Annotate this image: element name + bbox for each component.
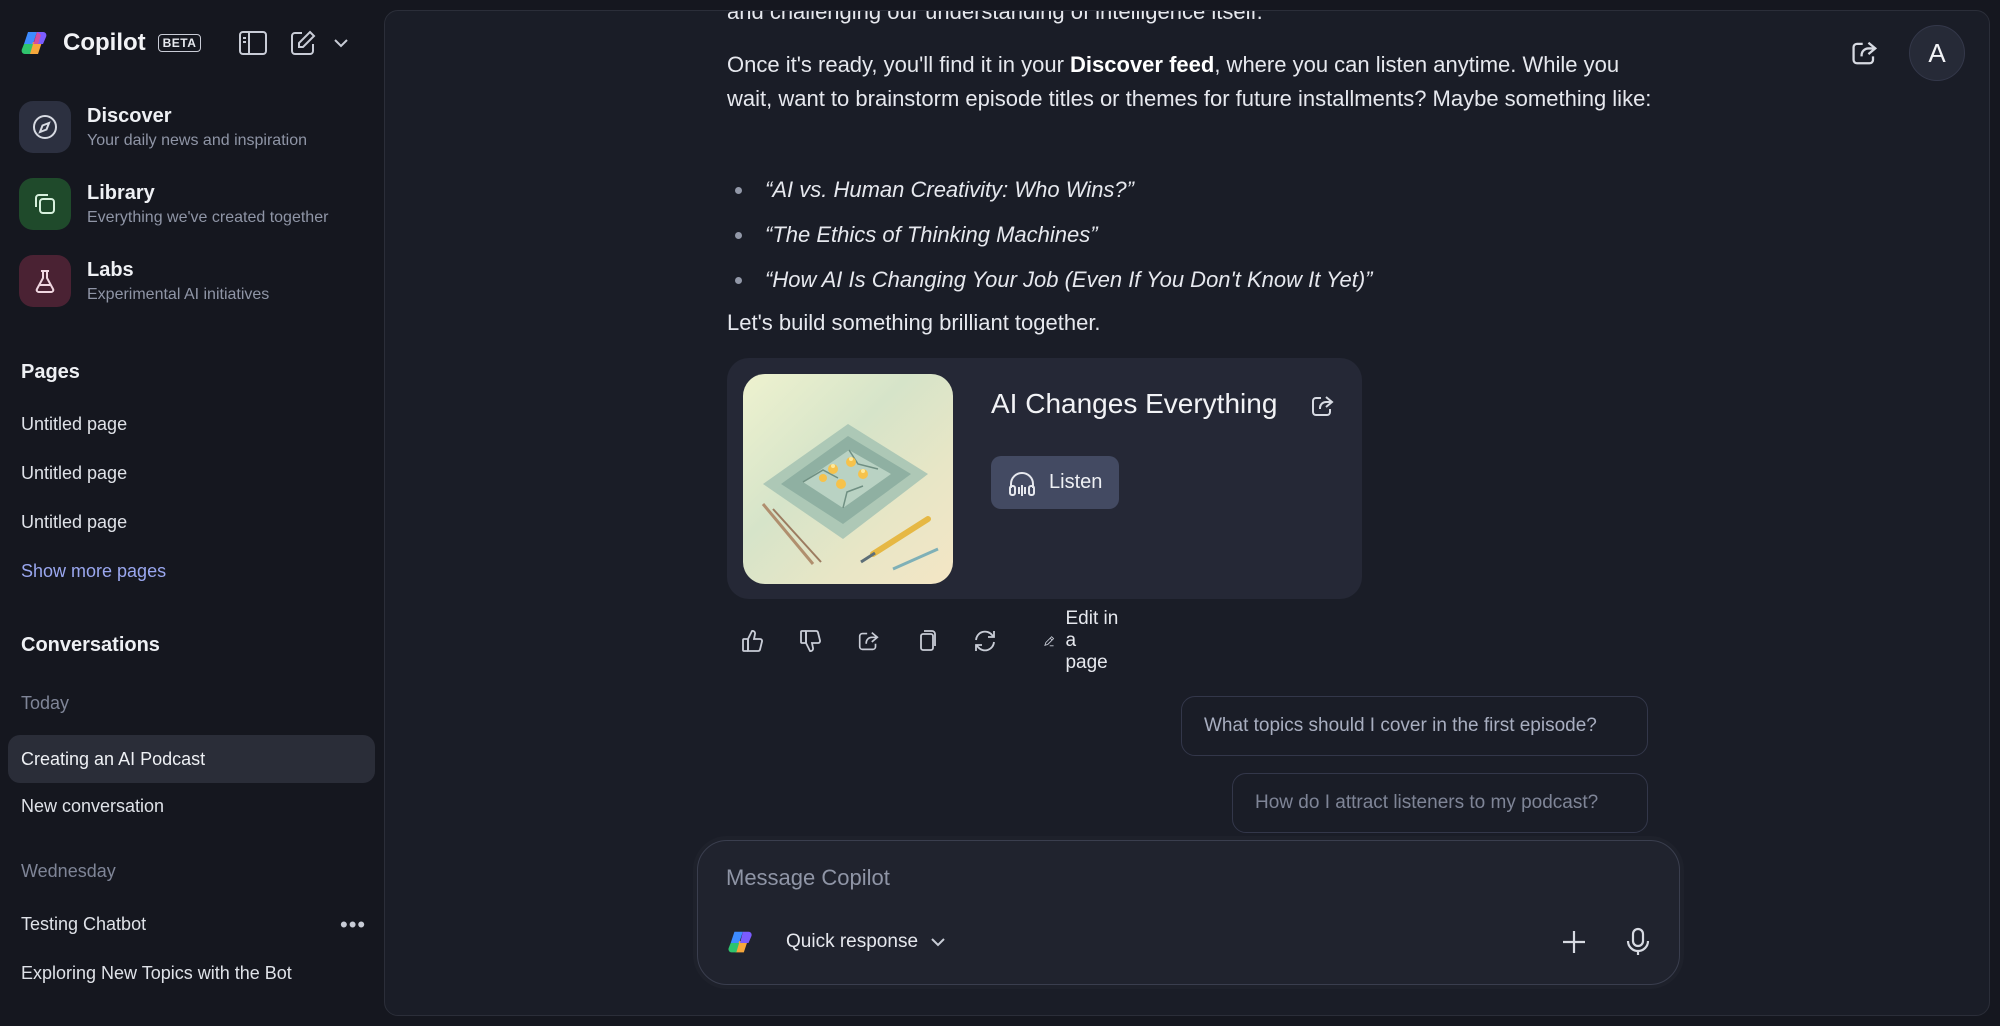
beta-badge: BETA xyxy=(157,34,202,52)
brand[interactable]: Copilot BETA xyxy=(19,26,202,60)
app-name: Copilot xyxy=(63,29,146,56)
suggestion-chip[interactable]: How do I attract listeners to my podcast… xyxy=(1232,773,1648,833)
response-mode-dropdown[interactable]: Quick response xyxy=(786,927,946,957)
conversation-item[interactable]: Testing Chatbot xyxy=(21,914,146,935)
library-icon xyxy=(19,178,71,230)
share-icon xyxy=(858,632,879,651)
message-input[interactable]: Message Copilot xyxy=(726,865,890,891)
nav-discover[interactable]: Discover Your daily news and inspiration xyxy=(19,97,369,157)
compass-icon xyxy=(19,101,71,153)
nav-subtitle: Experimental AI initiatives xyxy=(87,285,270,303)
conversations-heading: Conversations xyxy=(21,634,160,656)
message-text: and challenging our understanding of int… xyxy=(727,10,1263,24)
new-chat-menu-button[interactable] xyxy=(324,26,358,60)
new-chat-button[interactable] xyxy=(286,26,320,60)
listen-button[interactable]: Listen xyxy=(991,456,1119,509)
sidebar-icon xyxy=(239,31,267,55)
regenerate-button[interactable] xyxy=(967,623,1003,659)
group-label-wednesday: Wednesday xyxy=(21,861,116,881)
share-podcast-button[interactable] xyxy=(1309,392,1337,420)
list-item: “How AI Is Changing Your Job (Even If Yo… xyxy=(727,257,1373,302)
message-composer: Message Copilot Quick response xyxy=(697,840,1680,985)
listen-label: Listen xyxy=(1049,471,1103,493)
podcast-title: AI Changes Everything xyxy=(991,388,1278,419)
chat-panel: and challenging our understanding of int… xyxy=(384,10,1990,1016)
list-item: “AI vs. Human Creativity: Who Wins?” xyxy=(727,167,1373,212)
page-item[interactable]: Untitled page xyxy=(21,414,127,435)
conversation-item-active[interactable]: Creating an AI Podcast xyxy=(8,735,375,783)
podcast-card: AI Changes Everything Listen xyxy=(727,358,1362,599)
message-text: Once it's ready, you'll find it in your xyxy=(727,52,1071,77)
copy-button[interactable] xyxy=(909,623,945,659)
edit-in-page-button[interactable]: Edit in a page xyxy=(1043,608,1121,673)
nav-title: Library xyxy=(87,181,155,204)
plus-icon xyxy=(1563,931,1585,953)
conversation-item[interactable]: Exploring New Topics with the Bot xyxy=(21,963,292,984)
conversation-item[interactable]: New conversation xyxy=(21,796,164,817)
flask-icon xyxy=(19,255,71,307)
edit-in-page-label: Edit in a page xyxy=(1065,608,1119,673)
share-button[interactable] xyxy=(851,623,887,659)
chevron-down-icon xyxy=(931,938,945,947)
share-icon xyxy=(1852,41,1878,65)
chevron-down-icon xyxy=(334,39,348,48)
compose-icon xyxy=(291,30,316,55)
nav-title: Labs xyxy=(87,258,134,281)
message-closing: Let's build something brilliant together… xyxy=(727,310,1101,335)
conversation-title: Creating an AI Podcast xyxy=(21,748,206,769)
add-attachment-button[interactable] xyxy=(1556,924,1592,960)
sidebar: Copilot BETA Discover Your daily news an… xyxy=(0,0,383,1026)
bullet-list: “AI vs. Human Creativity: Who Wins?” “Th… xyxy=(727,167,1373,302)
nav-labs[interactable]: Labs Experimental AI initiatives xyxy=(19,251,369,311)
copilot-logo-icon xyxy=(21,32,47,54)
response-mode-label: Quick response xyxy=(786,931,919,952)
thumbs-up-icon xyxy=(742,630,763,652)
microphone-button[interactable] xyxy=(1620,924,1656,960)
toggle-sidebar-button[interactable] xyxy=(236,26,270,60)
podcast-thumbnail[interactable] xyxy=(743,374,953,584)
circuit-board-illustration-icon xyxy=(761,424,939,571)
microphone-icon xyxy=(1626,927,1650,955)
copilot-logo-icon xyxy=(728,931,752,953)
thumbs-down-icon xyxy=(800,630,821,652)
refresh-icon xyxy=(975,630,995,652)
list-item: “The Ethics of Thinking Machines” xyxy=(727,212,1373,257)
group-label-today: Today xyxy=(21,693,70,713)
nav-title: Discover xyxy=(87,104,172,127)
more-options-icon[interactable]: ••• xyxy=(340,912,366,938)
thumbs-down-button[interactable] xyxy=(793,623,829,659)
share-conversation-button[interactable] xyxy=(1849,37,1881,69)
page-item[interactable]: Untitled page xyxy=(21,463,127,484)
suggestion-chip[interactable]: What topics should I cover in the first … xyxy=(1181,696,1648,756)
share-icon xyxy=(1312,396,1334,416)
discover-feed-emphasis: Discover feed xyxy=(1070,52,1215,77)
edit-page-icon xyxy=(1044,636,1055,647)
nav-subtitle: Everything we've created together xyxy=(87,208,329,226)
page-item[interactable]: Untitled page xyxy=(21,512,127,533)
nav-library[interactable]: Library Everything we've created togethe… xyxy=(19,174,369,234)
pages-heading: Pages xyxy=(21,361,80,383)
nav-subtitle: Your daily news and inspiration xyxy=(87,131,307,149)
show-more-pages-link[interactable]: Show more pages xyxy=(21,561,166,582)
thumbs-up-button[interactable] xyxy=(735,623,771,659)
headphones-icon xyxy=(1009,471,1035,496)
user-avatar[interactable]: A xyxy=(1909,25,1965,81)
copy-icon xyxy=(920,630,936,651)
message-paragraph: Once it's ready, you'll find it in your … xyxy=(727,48,1667,116)
